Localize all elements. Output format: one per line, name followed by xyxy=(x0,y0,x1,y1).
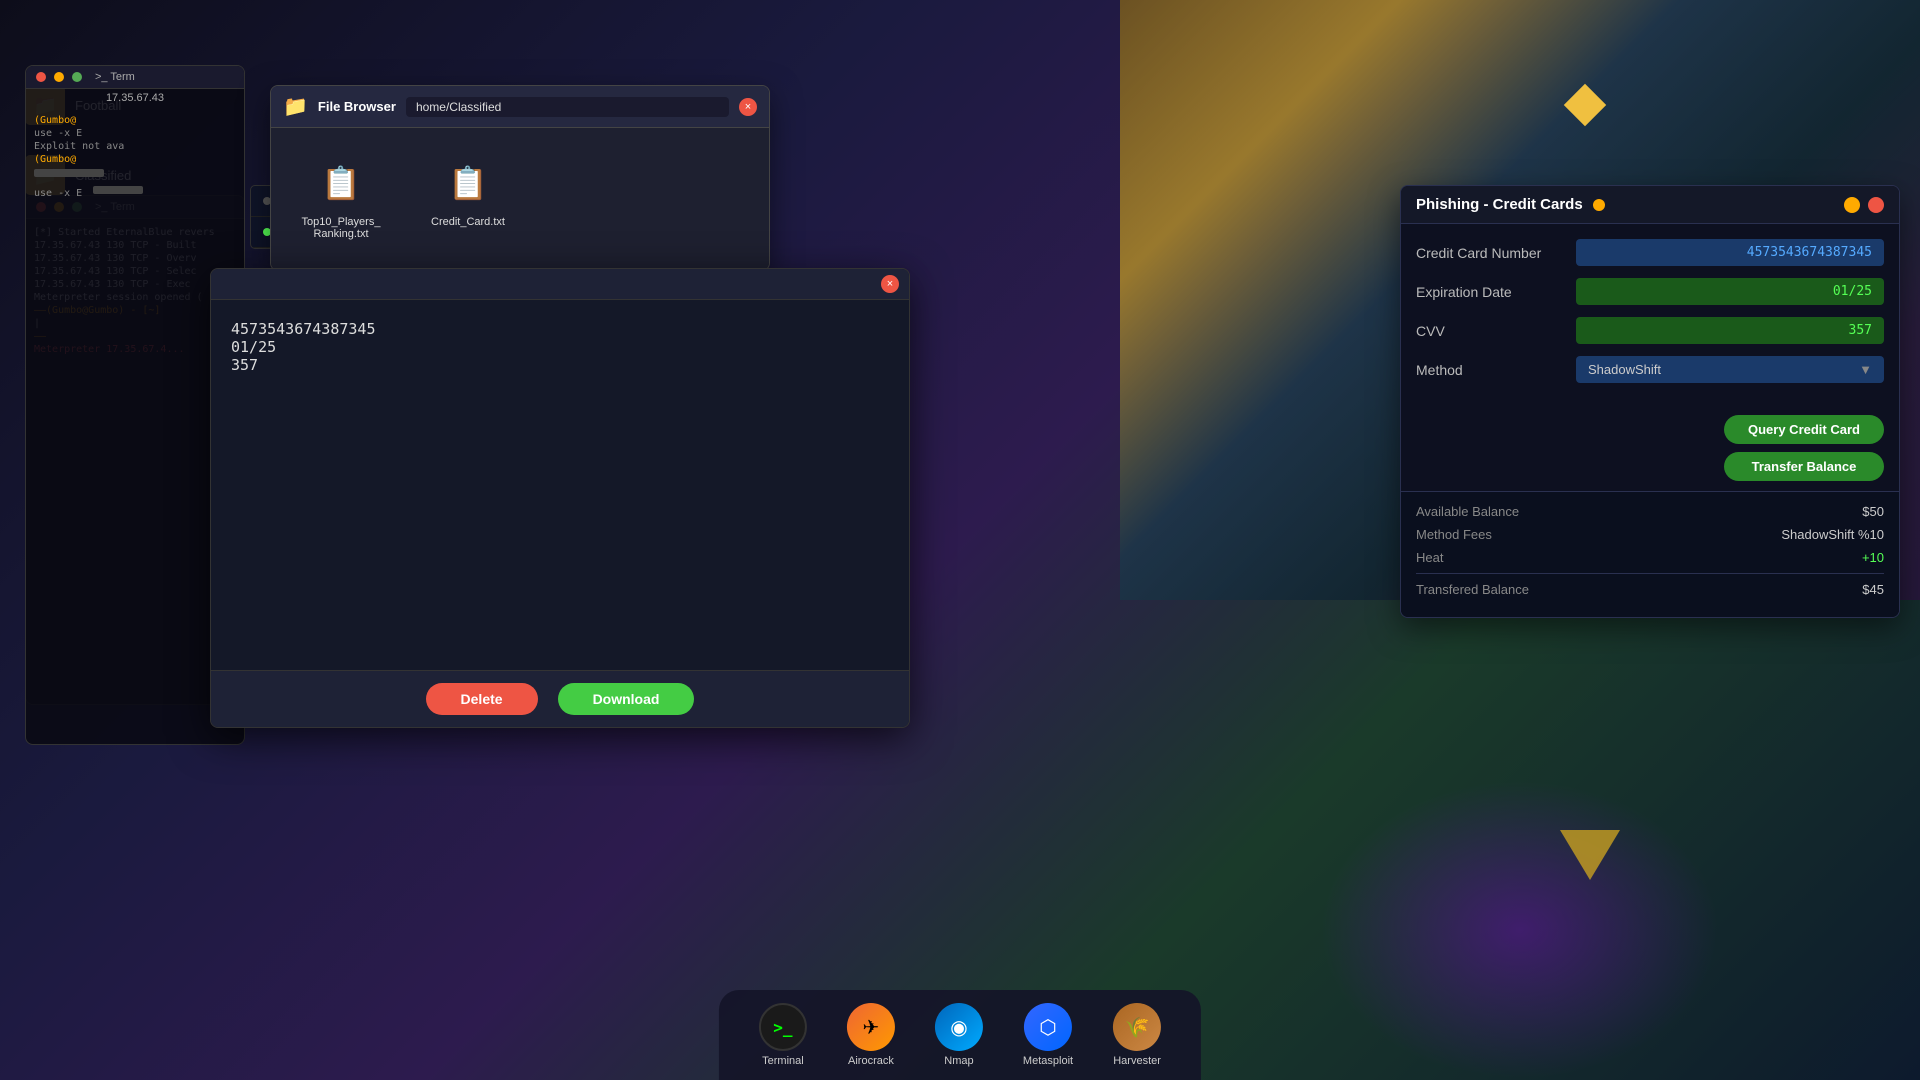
airocrack-icon: ✈ xyxy=(847,1003,895,1051)
transfer-balance-button[interactable]: Transfer Balance xyxy=(1724,452,1884,481)
harvester-icon: 🌾 xyxy=(1113,1003,1161,1051)
hackify-panel-controls xyxy=(1844,197,1884,213)
hackify-minimize-button[interactable] xyxy=(1844,197,1860,213)
taskbar: >_ Terminal ✈ Airocrack ◉ Nmap ⬡ Metaspl… xyxy=(719,990,1201,1080)
delete-button[interactable]: Delete xyxy=(426,683,538,715)
file-browser-window: 📁 File Browser home/Classified × 📋 Top10… xyxy=(270,85,770,271)
transferred-balance-row: Transfered Balance $45 xyxy=(1416,582,1884,597)
available-balance-row: Available Balance $50 xyxy=(1416,504,1884,519)
heat-row: Heat +10 xyxy=(1416,550,1884,565)
decorative-arrow xyxy=(1560,830,1620,880)
term-close-dot[interactable] xyxy=(36,72,46,82)
hackify-panel: Phishing - Credit Cards Credit Card Numb… xyxy=(1400,185,1900,618)
taskbar-label-terminal: Terminal xyxy=(762,1055,804,1067)
method-fees-row: Method Fees ShadowShift %10 xyxy=(1416,527,1884,542)
taskbar-label-airocrack: Airocrack xyxy=(848,1055,894,1067)
available-balance-value: $50 xyxy=(1862,504,1884,519)
hackify-panel-header: Phishing - Credit Cards xyxy=(1401,186,1899,224)
query-credit-card-button[interactable]: Query Credit Card xyxy=(1724,415,1884,444)
text-viewer-close-button[interactable]: × xyxy=(881,275,899,293)
hackify-info-panel: Available Balance $50 Method Fees Shadow… xyxy=(1401,491,1899,617)
cvv-label: CVV xyxy=(1416,323,1576,339)
file-name-creditcard: Credit_Card.txt xyxy=(431,216,505,228)
cc-number-value: 4573543674387345 xyxy=(1576,239,1884,266)
taskbar-label-nmap: Nmap xyxy=(944,1055,973,1067)
method-fees-label: Method Fees xyxy=(1416,527,1492,542)
metasploit-icon: ⬡ xyxy=(1024,1003,1072,1051)
term-max-dot[interactable] xyxy=(72,72,82,82)
taskbar-item-metasploit[interactable]: ⬡ Metasploit xyxy=(1013,998,1083,1072)
term-min-dot[interactable] xyxy=(54,72,64,82)
text-viewer-titlebar: × xyxy=(211,269,909,300)
terminal-titlebar-1: >_ Term xyxy=(26,66,244,89)
method-select[interactable]: ShadowShift ▼ xyxy=(1576,356,1884,383)
hackify-close-button[interactable] xyxy=(1868,197,1884,213)
taskbar-label-metasploit: Metasploit xyxy=(1023,1055,1073,1067)
chevron-down-icon: ▼ xyxy=(1859,362,1872,377)
exp-date-row: Expiration Date 01/25 xyxy=(1416,278,1884,305)
method-select-value: ShadowShift xyxy=(1588,362,1661,377)
text-viewer-popup: × 4573543674387345 01/25 357 Delete Down… xyxy=(210,268,910,728)
file-browser-path[interactable]: home/Classified xyxy=(406,97,729,117)
taskbar-item-harvester[interactable]: 🌾 Harvester xyxy=(1103,998,1171,1072)
exp-date-value: 01/25 xyxy=(1576,278,1884,305)
cc-number-row: Credit Card Number 4573543674387345 xyxy=(1416,239,1884,266)
exp-date-label: Expiration Date xyxy=(1416,284,1576,300)
file-browser-body: 📋 Top10_Players_Ranking.txt 📋 Credit_Car… xyxy=(271,128,769,270)
file-item-creditcard[interactable]: 📋 Credit_Card.txt xyxy=(421,148,515,250)
terminal-ip-1: 17.35.67.43 xyxy=(26,89,244,107)
hackify-status-dot xyxy=(1593,199,1605,211)
method-label: Method xyxy=(1416,362,1576,378)
transferred-balance-label: Transfered Balance xyxy=(1416,582,1529,597)
file-item-players[interactable]: 📋 Top10_Players_Ranking.txt xyxy=(291,148,391,250)
file-icon-players: 📋 xyxy=(316,158,366,208)
term-line: use -x E xyxy=(34,184,236,199)
heat-value: +10 xyxy=(1862,550,1884,565)
term-line: use -x E xyxy=(34,128,236,139)
method-row: Method ShadowShift ▼ xyxy=(1416,356,1884,383)
text-viewer-line-cvv: 357 xyxy=(231,356,889,374)
file-browser-titlebar: 📁 File Browser home/Classified × xyxy=(271,86,769,128)
taskbar-item-terminal[interactable]: >_ Terminal xyxy=(749,998,817,1072)
text-viewer-line-cc: 4573543674387345 xyxy=(231,320,889,338)
terminal-icon: >_ xyxy=(759,1003,807,1051)
available-balance-label: Available Balance xyxy=(1416,504,1519,519)
file-icon-creditcard: 📋 xyxy=(443,158,493,208)
cvv-row: CVV 357 xyxy=(1416,317,1884,344)
taskbar-label-harvester: Harvester xyxy=(1113,1055,1161,1067)
term-line: Exploit not ava xyxy=(34,141,236,152)
file-browser-title: File Browser xyxy=(318,99,396,114)
term-line: (Gumbo@ xyxy=(34,115,236,126)
text-viewer-line-exp: 01/25 xyxy=(231,338,889,356)
hackify-panel-title: Phishing - Credit Cards xyxy=(1416,196,1583,213)
file-browser-close-button[interactable]: × xyxy=(739,98,757,116)
terminal-title-1: >_ Term xyxy=(95,71,135,83)
nmap-icon: ◉ xyxy=(935,1003,983,1051)
term-line xyxy=(34,167,236,182)
taskbar-item-nmap[interactable]: ◉ Nmap xyxy=(925,998,993,1072)
taskbar-item-airocrack[interactable]: ✈ Airocrack xyxy=(837,998,905,1072)
text-viewer-body: 4573543674387345 01/25 357 xyxy=(211,300,909,668)
hackify-action-buttons: Query Credit Card Transfer Balance xyxy=(1401,410,1899,491)
cvv-value: 357 xyxy=(1576,317,1884,344)
method-fees-value: ShadowShift %10 xyxy=(1781,527,1884,542)
text-viewer-footer: Delete Download xyxy=(211,670,909,727)
download-button[interactable]: Download xyxy=(558,683,695,715)
cc-number-label: Credit Card Number xyxy=(1416,245,1576,261)
heat-label: Heat xyxy=(1416,550,1443,565)
transferred-balance-value: $45 xyxy=(1862,582,1884,597)
file-name-players: Top10_Players_Ranking.txt xyxy=(301,216,381,240)
term-line: (Gumbo@ xyxy=(34,154,236,165)
folder-icon: 📁 xyxy=(283,94,308,119)
hackify-form: Credit Card Number 4573543674387345 Expi… xyxy=(1401,224,1899,410)
